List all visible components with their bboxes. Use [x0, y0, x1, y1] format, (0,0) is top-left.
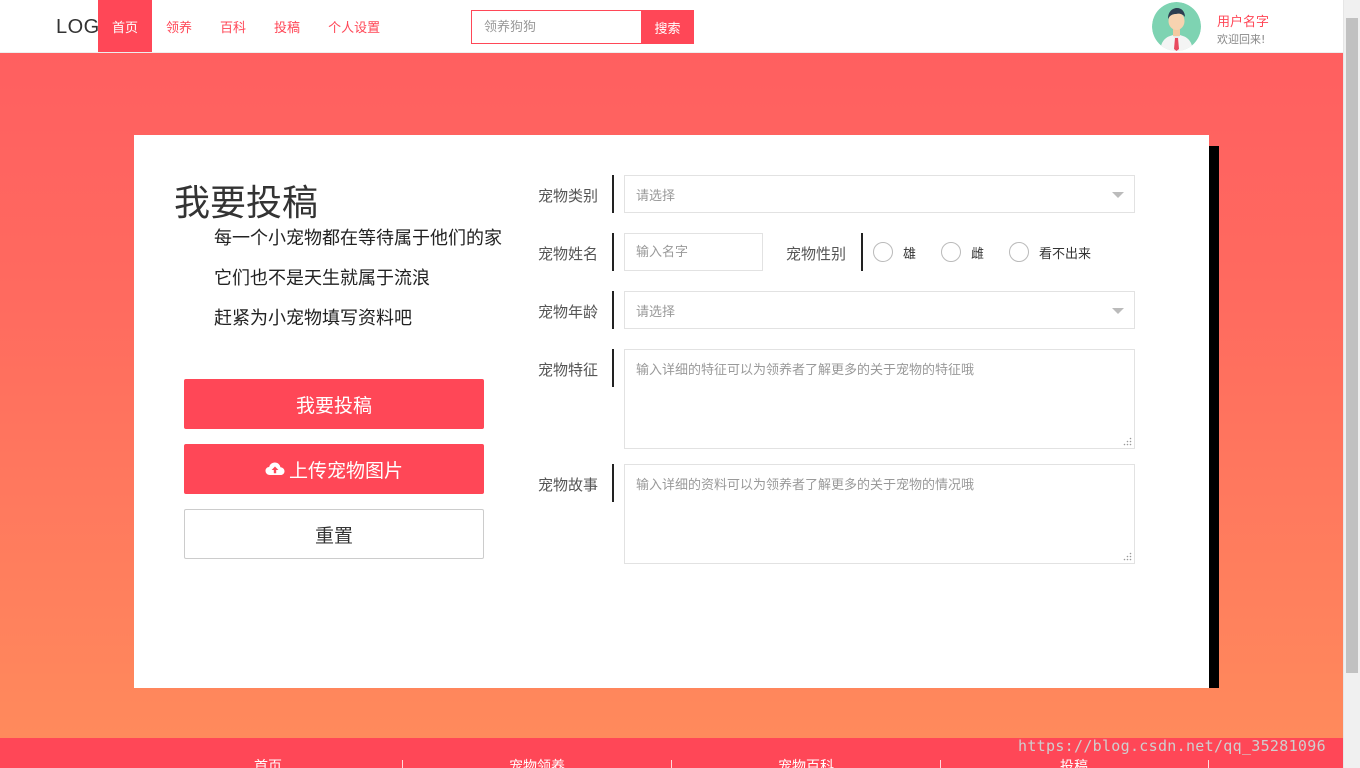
resize-handle-icon[interactable]: [1123, 552, 1132, 561]
category-label: 宠物类别: [538, 187, 599, 205]
category-select[interactable]: 请选择: [624, 175, 1135, 213]
cloud-upload-icon: [265, 462, 285, 475]
gender-option-label: 雌: [971, 246, 985, 262]
footer-divider: [1208, 760, 1209, 768]
chevron-down-icon: [1112, 192, 1124, 198]
footer-item-submit[interactable]: 投稿: [940, 756, 1208, 768]
category-select-value: 请选择: [636, 188, 676, 204]
submit-button-label: 我要投稿: [295, 394, 372, 417]
slogan-line-3: 赶紧为小宠物填写资料吧: [214, 308, 412, 329]
gender-option-label: 看不出来: [1039, 246, 1092, 262]
gender-radio-female[interactable]: 雌: [941, 242, 984, 262]
main-nav: 首页 领养 百科 投稿 个人设置: [98, 0, 394, 52]
nav-item-adopt[interactable]: 领养: [152, 0, 206, 52]
upload-image-label: 上传宠物图片: [288, 459, 403, 482]
radio-circle-icon: [873, 242, 893, 262]
traits-divider: [612, 349, 614, 387]
name-label: 宠物姓名: [538, 245, 599, 263]
page-title: 我要投稿: [174, 183, 319, 224]
gender-divider: [861, 233, 863, 271]
radio-circle-icon: [1009, 242, 1029, 262]
welcome-text: 欢迎回来!: [1217, 33, 1266, 46]
nav-item-settings[interactable]: 个人设置: [314, 0, 394, 52]
footer-item-home[interactable]: 首页: [134, 756, 402, 768]
nav-item-encyclopedia[interactable]: 百科: [206, 0, 260, 52]
footer-item-encyclopedia[interactable]: 宠物百科: [672, 756, 940, 768]
gender-option-label: 雄: [903, 246, 917, 262]
gender-label: 宠物性别: [786, 245, 847, 263]
watermark: https://blog.csdn.net/qq_35281096: [1018, 737, 1326, 755]
pet-traits-textarea[interactable]: [624, 349, 1135, 449]
search-button[interactable]: 搜索: [641, 10, 694, 44]
radio-circle-icon: [941, 242, 961, 262]
search-input[interactable]: [471, 10, 641, 44]
user-avatar-icon: [1152, 2, 1201, 51]
submit-button[interactable]: 我要投稿: [184, 379, 484, 429]
reset-button[interactable]: 重置: [184, 509, 484, 559]
user-name[interactable]: 用户名字: [1217, 11, 1269, 30]
gender-radio-male[interactable]: 雄: [873, 242, 916, 262]
avatar[interactable]: [1152, 2, 1201, 51]
resize-handle-icon[interactable]: [1123, 437, 1132, 446]
search-bar: 搜索: [471, 10, 694, 44]
pet-story-textarea[interactable]: [624, 464, 1135, 564]
age-divider: [612, 291, 614, 329]
slogan-line-2: 它们也不是天生就属于流浪: [214, 268, 430, 289]
name-divider: [612, 233, 614, 271]
slogan-line-1: 每一个小宠物都在等待属于他们的家: [214, 228, 502, 249]
traits-label: 宠物特征: [538, 361, 599, 379]
age-label: 宠物年龄: [538, 303, 599, 321]
scrollbar-thumb[interactable]: [1346, 18, 1358, 673]
nav-item-submit[interactable]: 投稿: [260, 0, 314, 52]
story-label: 宠物故事: [538, 476, 599, 494]
top-header: LOGO 首页 领养 百科 投稿 个人设置 搜索 用户名字 欢迎回来!: [0, 0, 1343, 53]
story-divider: [612, 464, 614, 502]
gender-radio-unknown[interactable]: 看不出来: [1009, 242, 1091, 262]
chevron-down-icon: [1112, 308, 1124, 314]
age-select[interactable]: 请选择: [624, 291, 1135, 329]
age-select-value: 请选择: [636, 304, 676, 320]
upload-image-button[interactable]: 上传宠物图片: [184, 444, 484, 494]
footer-item-adopt[interactable]: 宠物领养: [403, 756, 671, 768]
nav-item-home[interactable]: 首页: [98, 0, 153, 52]
vertical-scrollbar[interactable]: [1343, 0, 1360, 768]
pet-name-input[interactable]: [624, 233, 763, 271]
category-divider: [612, 175, 614, 213]
reset-button-label: 重置: [314, 524, 353, 547]
